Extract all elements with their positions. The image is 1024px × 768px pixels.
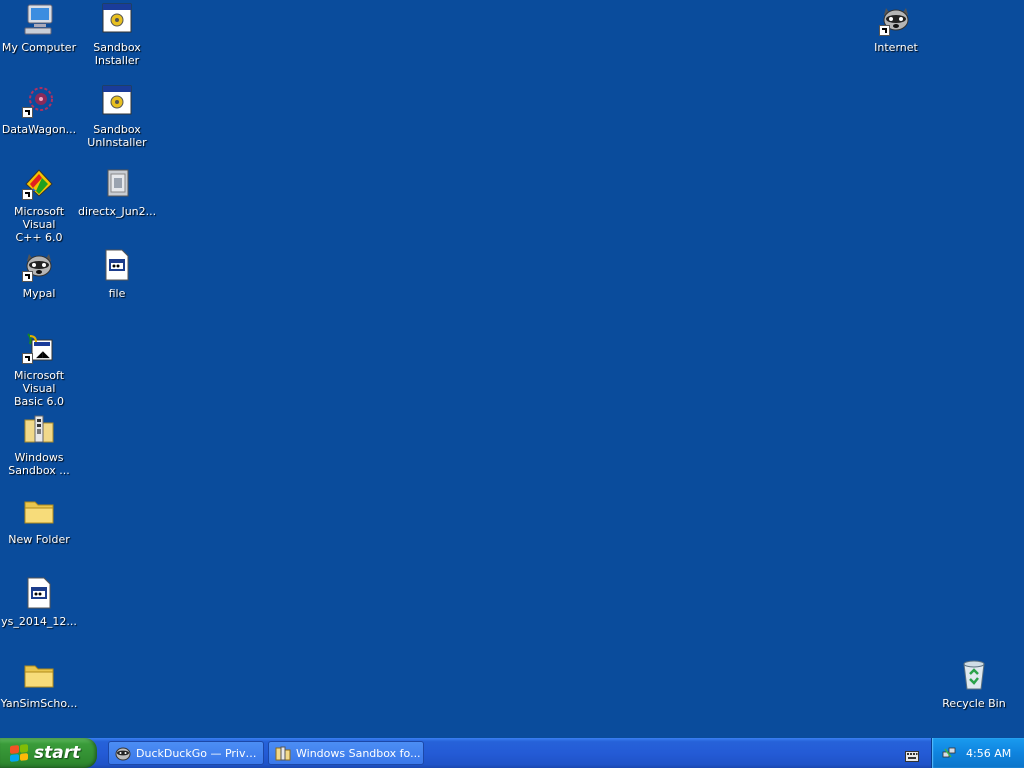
desktop-icon-label: Microsoft Visual C++ 6.0 xyxy=(13,205,65,244)
zip-folder-icon xyxy=(275,745,291,761)
zip-folder-icon xyxy=(22,412,56,446)
desktop[interactable]: My Computer DataWagon... Microsoft Visua… xyxy=(0,0,1024,738)
desktop-icon-label: Recycle Bin xyxy=(942,697,1006,710)
keyboard-icon[interactable] xyxy=(905,747,919,762)
visual-cpp-icon xyxy=(22,166,56,200)
desktop-icon-ys-file[interactable]: ys_2014_12... xyxy=(0,576,78,628)
datawagon-icon xyxy=(22,84,56,118)
desktop-icon-datawagon[interactable]: DataWagon... xyxy=(0,84,78,136)
desktop-icon-label: file xyxy=(108,287,126,300)
installer-window-icon xyxy=(100,2,134,36)
document-icon xyxy=(100,248,134,282)
desktop-icon-label: My Computer xyxy=(1,41,77,54)
desktop-icon-label: DataWagon... xyxy=(1,123,77,136)
desktop-icon-sandbox-uninstaller[interactable]: Sandbox UnInstaller xyxy=(78,84,156,149)
start-button[interactable]: start xyxy=(0,738,97,768)
raccoon-icon xyxy=(879,2,913,36)
desktop-icon-label: Sandbox UnInstaller xyxy=(87,123,147,149)
svg-text:◢◣: ◢◣ xyxy=(36,350,50,360)
clock[interactable]: 4:56 AM xyxy=(966,747,1011,760)
desktop-icon-label: ys_2014_12... xyxy=(1,615,77,628)
folder-icon xyxy=(22,658,56,692)
shortcut-arrow-icon xyxy=(22,353,33,364)
desktop-icon-sandbox-installer[interactable]: Sandbox Installer xyxy=(78,2,156,67)
desktop-icon-mypal[interactable]: Mypal xyxy=(0,248,78,300)
desktop-icon-my-computer[interactable]: My Computer xyxy=(0,2,78,54)
desktop-icon-label: Microsoft Visual Basic 6.0 xyxy=(13,369,65,408)
desktop-icon-ms-visual-basic[interactable]: ◢◣ Microsoft Visual Basic 6.0 xyxy=(0,330,78,408)
desktop-icon-label: Internet xyxy=(874,41,918,54)
document-icon xyxy=(22,576,56,610)
network-icon[interactable] xyxy=(942,746,956,760)
setup-package-icon xyxy=(100,166,134,200)
desktop-icon-new-folder[interactable]: New Folder xyxy=(0,494,78,546)
desktop-icon-label: Sandbox Installer xyxy=(93,41,141,67)
raccoon-icon xyxy=(22,248,56,282)
shortcut-arrow-icon xyxy=(22,271,33,282)
desktop-icon-directx[interactable]: directx_Jun2... xyxy=(78,166,156,218)
desktop-icon-label: Mypal xyxy=(22,287,56,300)
start-label: start xyxy=(34,743,81,763)
recycle-bin-icon xyxy=(957,658,991,692)
desktop-icon-windows-sandbox[interactable]: Windows Sandbox ... xyxy=(0,412,78,477)
system-tray: 4:56 AM xyxy=(931,738,1024,768)
windows-flag-icon xyxy=(10,744,28,762)
folder-icon xyxy=(22,494,56,528)
desktop-icon-label: YanSimScho... xyxy=(0,697,78,710)
shortcut-arrow-icon xyxy=(22,107,33,118)
computer-icon xyxy=(22,2,56,36)
shortcut-arrow-icon xyxy=(22,189,33,200)
desktop-icon-label: directx_Jun2... xyxy=(78,205,157,218)
visual-basic-icon: ◢◣ xyxy=(22,330,56,364)
desktop-icon-yansimscho[interactable]: YanSimScho... xyxy=(0,658,78,710)
installer-window-icon xyxy=(100,84,134,118)
desktop-icon-label: New Folder xyxy=(8,533,70,546)
desktop-icon-file[interactable]: file xyxy=(78,248,156,300)
taskbar-button-duckduckgo[interactable]: DuckDuckGo — Privac... xyxy=(108,741,264,765)
taskbar: start DuckDuckGo — Privac... Windows San… xyxy=(0,738,1024,768)
taskbar-button-windows-sandbox[interactable]: Windows Sandbox fo... xyxy=(268,741,424,765)
raccoon-icon xyxy=(115,745,131,761)
shortcut-arrow-icon xyxy=(879,25,890,36)
desktop-icon-label: Windows Sandbox ... xyxy=(8,451,70,477)
desktop-icon-internet[interactable]: Internet xyxy=(857,2,935,54)
desktop-icon-ms-visual-cpp[interactable]: Microsoft Visual C++ 6.0 xyxy=(0,166,78,244)
taskbar-button-label: Windows Sandbox fo... xyxy=(296,746,421,760)
taskbar-button-label: DuckDuckGo — Privac... xyxy=(136,746,263,760)
desktop-icon-recycle-bin[interactable]: Recycle Bin xyxy=(935,658,1013,710)
